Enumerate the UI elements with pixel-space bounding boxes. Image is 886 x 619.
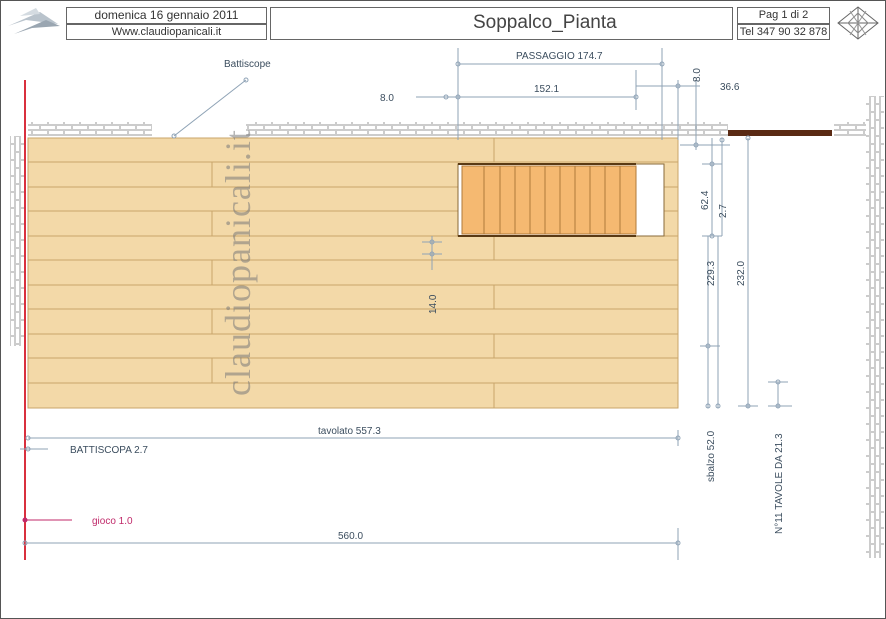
label-dim-8-top: 8.0 [692, 68, 703, 82]
stair-opening [457, 163, 665, 237]
floor-plan-drawing: Battiscope PASSAGGIO 174.7 8.0 152.1 8.0… [10, 48, 884, 560]
label-dim-36: 36.6 [720, 82, 740, 93]
label-passaggio: PASSAGGIO 174.7 [516, 51, 603, 62]
label-dim-229: 229.3 [706, 261, 717, 286]
label-gioco: gioco 1.0 [92, 516, 133, 527]
label-dim-2-7: 2.7 [718, 204, 729, 218]
label-dim-152: 152.1 [534, 84, 559, 95]
label-dim-62: 62.4 [700, 190, 711, 210]
label-sbalzo: sbalzo 52.0 [706, 430, 717, 482]
beam [728, 130, 832, 136]
label-dim-232: 232.0 [736, 261, 747, 286]
label-dim-560: 560.0 [338, 531, 363, 542]
label-tavolato: tavolato 557.3 [318, 426, 381, 437]
label-battiscopa: BATTISCOPA 2.7 [70, 445, 148, 456]
label-dim-14: 14.0 [428, 294, 439, 314]
label-battiscope: Battiscope [224, 59, 271, 70]
label-tavole: N°11 TAVOLE DA 21.3 [774, 433, 785, 534]
label-dim-8-left: 8.0 [380, 93, 394, 104]
watermark-text: claudiopanicali.it [218, 129, 258, 396]
